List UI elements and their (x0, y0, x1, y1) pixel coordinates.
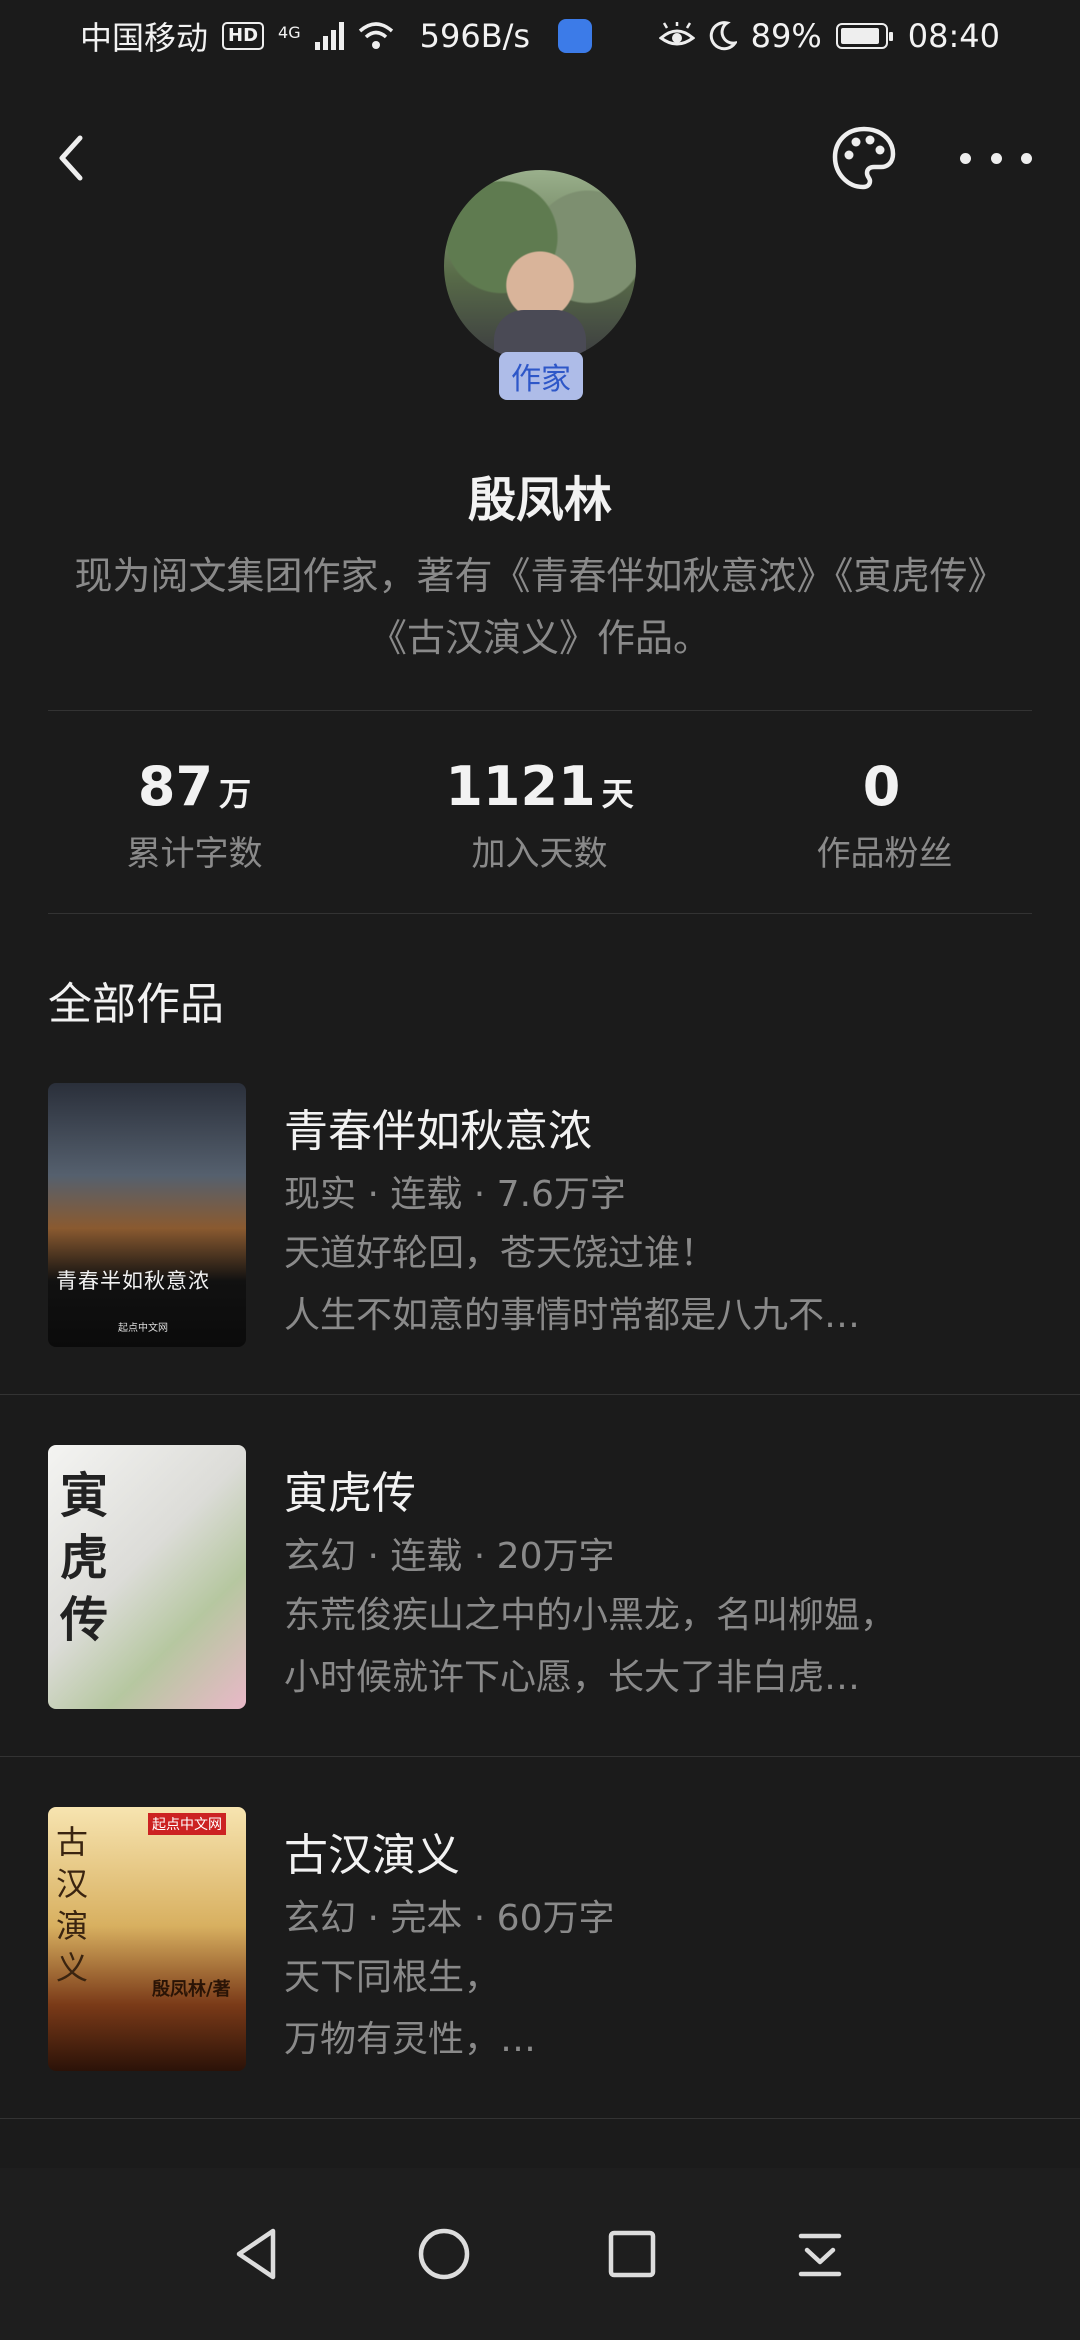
book-description: 天下同根生， 万物有灵性，… (284, 1957, 537, 2060)
book-cover: 寅虎传 (48, 1445, 246, 1709)
stat-label: 作品粉丝 (816, 834, 953, 874)
divider (48, 913, 1032, 914)
hd-icon: HD (222, 22, 265, 50)
network-speed: 596B/s (419, 17, 531, 55)
status-right: 89% 08:40 (658, 17, 1000, 55)
book-description: 东荒俊疾山之中的小黑龙，名叫柳媪， 小时候就许下心愿，长大了非白虎… (284, 1595, 897, 1698)
cover-title: 古汉演义 (56, 1823, 89, 1987)
author-name: 殷凤林 (467, 472, 612, 528)
battery-percent: 89% (750, 17, 822, 55)
divider (0, 1394, 1080, 1395)
book-title: 古汉演义 (284, 1830, 460, 1881)
system-nav-bar (0, 2168, 1080, 2340)
stats-row: 87 万 累计字数 1121 天 加入天数 0 作品粉丝 (0, 755, 1080, 885)
book-item[interactable]: 青春半如秋意浓 起点中文网 青春伴如秋意浓 现实 · 连载 · 7.6万字 天道… (0, 1083, 1080, 1395)
stat-label: 累计字数 (126, 834, 263, 874)
stat-unit: 万 (219, 775, 252, 813)
stat-days-joined: 1121 天 加入天数 (367, 755, 712, 885)
stat-unit: 天 (601, 775, 634, 813)
battery-icon (835, 23, 893, 49)
cover-title: 青春半如秋意浓 (56, 1269, 210, 1293)
book-item[interactable]: 寅虎传 寅虎传 玄幻 · 连载 · 20万字 东荒俊疾山之中的小黑龙，名叫柳媪，… (0, 1445, 1080, 1757)
stat-fans[interactable]: 0 作品粉丝 (712, 755, 1057, 885)
book-cover: 青春半如秋意浓 起点中文网 (48, 1083, 246, 1347)
author-badge: 作家 (499, 352, 583, 400)
cover-title: 寅虎传 (60, 1468, 109, 1648)
book-meta: 玄幻 · 完本 · 60万字 (284, 1898, 615, 1939)
stat-value: 1121 (445, 755, 596, 818)
eye-comfort-icon (658, 22, 695, 46)
carrier-label: 中国移动 (80, 19, 209, 57)
stat-label: 加入天数 (471, 834, 608, 874)
book-meta: 现实 · 连载 · 7.6万字 (284, 1174, 626, 1215)
app-notification-icon (558, 19, 593, 53)
nav-back-button[interactable] (196, 2168, 316, 2340)
book-title: 青春伴如秋意浓 (284, 1106, 592, 1157)
stat-value: 87 (137, 755, 214, 818)
book-cover: 起点中文网 古汉演义 殷凤林/著 (48, 1807, 246, 2071)
circle-home-icon (418, 2228, 470, 2280)
clock: 08:40 (907, 17, 1000, 55)
author-bio: 现为阅文集团作家，著有《青春伴如秋意浓》《寅虎传》《古汉演义》作品。 (74, 554, 1006, 660)
status-bar: 中国移动 HD 4G 596B/s 89% 08:40 (0, 0, 1080, 72)
wifi-icon (358, 22, 393, 49)
avatar[interactable] (444, 170, 636, 362)
status-left: 中国移动 HD 4G 596B/s (80, 13, 593, 59)
triangle-back-icon (236, 2228, 276, 2280)
cover-author: 殷凤林/著 (152, 1979, 231, 2000)
cover-publisher: 起点中文网 (118, 1323, 168, 1334)
divider (0, 1756, 1080, 1757)
divider (0, 2118, 1080, 2119)
more-dots-icon[interactable] (960, 124, 1032, 192)
divider (48, 710, 1032, 711)
nav-recents-button[interactable] (572, 2168, 692, 2340)
signal-icon (314, 22, 344, 50)
square-recents-icon (608, 2230, 656, 2278)
stat-word-count: 87 万 累计字数 (22, 755, 367, 885)
chevron-left-icon[interactable] (44, 128, 104, 188)
book-meta: 玄幻 · 连载 · 20万字 (284, 1536, 615, 1577)
nav-home-button[interactable] (384, 2168, 504, 2340)
book-item[interactable]: 起点中文网 古汉演义 殷凤林/著 古汉演义 玄幻 · 完本 · 60万字 天下同… (0, 1807, 1080, 2119)
book-description: 天道好轮回，苍天饶过谁！ 人生不如意的事情时常都是八九不… (284, 1233, 861, 1336)
nav-notification-button[interactable] (760, 2168, 880, 2340)
cover-publisher: 起点中文网 (148, 1813, 226, 1835)
book-title: 寅虎传 (284, 1468, 416, 1519)
network-type: 4G (278, 23, 301, 42)
moon-icon (709, 21, 737, 51)
palette-icon[interactable] (830, 124, 898, 192)
pull-down-icon (798, 2233, 842, 2277)
works-section-title: 全部作品 (48, 979, 224, 1030)
stat-value: 0 (862, 755, 901, 818)
